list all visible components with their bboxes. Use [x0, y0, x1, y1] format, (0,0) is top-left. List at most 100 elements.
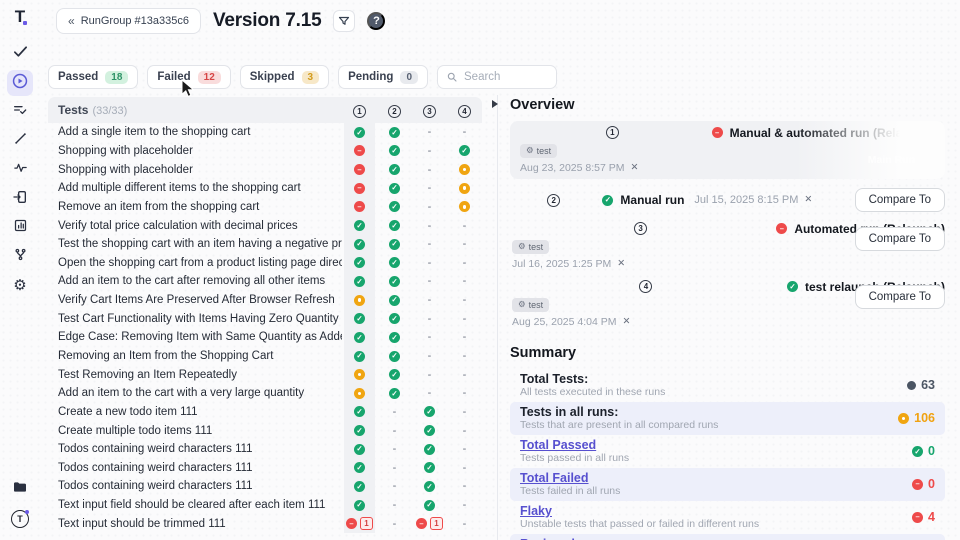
status-cell: - [412, 313, 447, 325]
table-row[interactable]: Test Removing an Item Repeatedly✓-- [48, 365, 482, 384]
table-row[interactable]: Test Cart Functionality with Items Havin… [48, 309, 482, 328]
sidebar-item-settings[interactable]: ⚙ [7, 273, 33, 299]
sidebar-item-branches[interactable] [7, 244, 33, 270]
filter-chip-passed[interactable]: Passed18 [48, 65, 138, 89]
status-passed-icon: ✓ [354, 462, 365, 473]
table-row[interactable]: Verify Cart Items Are Preserved After Br… [48, 291, 482, 310]
run-item-main[interactable]: 1–Manual & automated run (Relaunch)⚙test… [510, 121, 945, 179]
status-cell: - [412, 164, 447, 176]
summary-link[interactable]: Flaky [520, 504, 759, 518]
compare-to-button[interactable]: Compare To [855, 285, 945, 309]
status-cell: –1 [412, 517, 447, 530]
table-row[interactable]: Create multiple todo items 111✓-✓- [48, 421, 482, 440]
run-item[interactable]: 4✓test relaunch (Relaunch)⚙testAug 25, 2… [510, 276, 945, 334]
sidebar-item-pulse[interactable] [7, 157, 33, 183]
table-row[interactable]: Add an item to the cart after removing a… [48, 272, 482, 291]
status-cell: - [377, 443, 412, 455]
sidebar-item-runs[interactable] [7, 70, 33, 96]
table-row[interactable]: Add an item to the cart with a very larg… [48, 384, 482, 403]
question-icon: ? [373, 15, 380, 27]
sidebar-item-library[interactable] [7, 476, 33, 502]
filter-button[interactable] [333, 10, 355, 32]
help-button[interactable]: ? [367, 12, 385, 30]
summary-row: Total Tests:All tests executed in these … [510, 369, 945, 402]
summary-count: 106 [914, 411, 935, 425]
status-none: - [463, 462, 467, 474]
sidebar-item-analytics[interactable] [7, 128, 33, 154]
sidebar-item-profile[interactable]: T [7, 506, 33, 532]
sidebar-item-reports[interactable] [7, 215, 33, 241]
table-row[interactable]: Text input should be trimmed 111–1-–1- [48, 514, 482, 533]
status-cell: ✓ [377, 295, 412, 306]
circled-number-icon: 2 [547, 194, 560, 207]
table-row[interactable]: Removing an Item from the Shopping Cart✓… [48, 347, 482, 366]
table-row[interactable]: Shopping with placeholder–✓-✓ [48, 142, 482, 161]
status-cell: ✓ [342, 332, 377, 343]
summary-link[interactable]: Total Passed [520, 438, 629, 452]
status-passed-icon: ✓ [389, 313, 400, 324]
run-item[interactable]: 3–Automated run (Relaunch)⚙testJul 16, 2… [510, 218, 945, 276]
close-icon[interactable]: ✕ [623, 317, 631, 327]
test-name: Todos containing weird characters 111 [48, 443, 342, 455]
status-cell: ✓ [377, 313, 412, 324]
status-passed-icon: ✓ [389, 351, 400, 362]
summary-link[interactable]: Total Failed [520, 471, 620, 485]
table-row[interactable]: Test the shopping cart with an item havi… [48, 235, 482, 254]
status-cell: ✓ [342, 444, 377, 455]
summary-label: Tests in all runs: [520, 405, 718, 419]
table-row[interactable]: Todos containing weird characters 111✓-✓… [48, 477, 482, 496]
table-row[interactable]: Open the shopping cart from a product li… [48, 253, 482, 272]
table-row[interactable]: Verify total price calculation with deci… [48, 216, 482, 235]
table-row[interactable]: Edge Case: Removing Item with Same Quant… [48, 328, 482, 347]
filter-chip-label: Failed [157, 71, 190, 83]
status-cell: ✓ [342, 425, 377, 436]
status-cell: ✓ [377, 276, 412, 287]
status-cell: ✓ [342, 406, 377, 417]
close-icon[interactable]: ✕ [617, 259, 625, 269]
table-row[interactable]: Add multiple different items to the shop… [48, 179, 482, 198]
table-row[interactable]: Create a new todo item 111✓-✓- [48, 403, 482, 422]
table-row[interactable]: Remove an item from the shopping cart–✓- [48, 198, 482, 217]
close-icon[interactable]: ✕ [804, 195, 812, 205]
status-failed-icon: – [346, 518, 357, 529]
table-row[interactable]: Add a single item to the shopping cart✓✓… [48, 123, 482, 142]
filter-chip-failed[interactable]: Failed12 [147, 65, 230, 89]
search-box[interactable] [437, 65, 557, 89]
test-name: Verify Cart Items Are Preserved After Br… [48, 294, 342, 306]
comment-badge[interactable]: 1 [430, 517, 443, 530]
status-passed-icon: ✓ [354, 481, 365, 492]
status-passed-icon: ✓ [354, 425, 365, 436]
status-passed-icon: ✓ [354, 127, 365, 138]
sidebar-item-plans[interactable] [7, 99, 33, 125]
status-failed-icon: – [912, 479, 923, 490]
table-row[interactable]: Todos containing weird characters 111✓-✓… [48, 459, 482, 478]
table-row[interactable]: Text input field should be cleared after… [48, 496, 482, 515]
comment-badge[interactable]: 1 [360, 517, 373, 530]
status-cell: - [412, 369, 447, 381]
compare-to-button[interactable]: Compare To [855, 188, 945, 212]
compare-to-button[interactable]: Compare To [855, 227, 945, 251]
search-input[interactable] [464, 71, 544, 83]
close-icon[interactable]: ✕ [631, 163, 639, 173]
status-passed-icon: ✓ [389, 369, 400, 380]
filter-chip-skipped[interactable]: Skipped3 [240, 65, 329, 89]
table-row[interactable]: Shopping with placeholder–✓- [48, 160, 482, 179]
status-passed-icon: ✓ [602, 195, 613, 206]
gear-icon: ⚙ [526, 145, 534, 156]
sidebar-item-tests[interactable] [7, 41, 33, 67]
status-passed-icon: ✓ [424, 481, 435, 492]
table-row[interactable]: Todos containing weird characters 111✓-✓… [48, 440, 482, 459]
status-passed-icon: ✓ [354, 313, 365, 324]
run-item[interactable]: 2✓Manual runJul 15, 2025 8:15 PM✕Compare… [510, 186, 945, 218]
status-cell: ✓ [412, 500, 447, 511]
summary-value: 63 [907, 378, 935, 392]
sidebar-item-import[interactable] [7, 186, 33, 212]
filter-chip-pending[interactable]: Pending0 [338, 65, 428, 89]
avatar-icon: T [11, 510, 29, 528]
rungroup-back-button[interactable]: « RunGroup #13a335c6 [56, 8, 201, 34]
summary-link[interactable]: Revieved [520, 537, 713, 540]
status-none: - [428, 201, 432, 213]
panel-collapse-handle[interactable] [492, 100, 498, 108]
run-tag-label: test [537, 146, 552, 156]
status-cell: ✓ [342, 313, 377, 324]
